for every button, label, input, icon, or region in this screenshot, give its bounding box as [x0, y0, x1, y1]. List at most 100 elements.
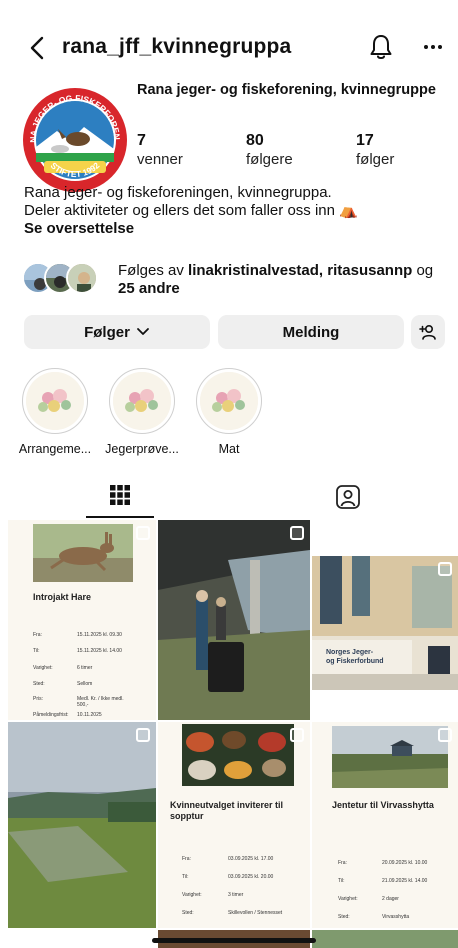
back-arrow-icon[interactable] — [26, 34, 50, 62]
detail-value: 03.09.2025 kl. 17.00 — [228, 856, 274, 862]
stat-friends[interactable]: 7 venner — [137, 131, 183, 169]
post-title: Introjakt Hare — [33, 592, 92, 602]
notification-bell-icon[interactable] — [368, 33, 394, 61]
profile-username: rana_jff_kvinnegruppa — [62, 35, 292, 58]
post-introjakt-hare[interactable]: Introjakt Hare Fra: 15.11.2025 kl. 09.30… — [8, 520, 156, 720]
add-person-button[interactable] — [411, 315, 445, 349]
multi-post-icon — [136, 728, 150, 742]
detail-value: Skillevollen / Stennesset — [228, 910, 283, 916]
followed-by-mid: og — [412, 262, 434, 279]
banner-line-1: Norges Jeger- — [326, 649, 374, 656]
bio-line-1: Rana jeger- og fiskeforeningen, kvinnegr… — [24, 184, 332, 201]
post-partial[interactable] — [8, 930, 156, 948]
stat-friends-value: 7 — [137, 132, 146, 149]
followed-by-others[interactable]: 25 andre — [118, 280, 180, 297]
exhibition-stand-photo-icon — [312, 556, 458, 690]
post-landscape[interactable] — [8, 722, 156, 928]
highlight-label: Jegerprøve... — [105, 442, 179, 456]
detail-value: 21.09.2025 kl. 14.00 — [382, 878, 428, 884]
post-njff-stand[interactable]: Norges Jeger- og Fiskerforbund — [312, 556, 458, 690]
club-logo-icon: RANA JEGER- OG FISKERFORENING STIFTET 19… — [22, 87, 127, 192]
detail-value: 15.11.2025 kl. 09.30 — [77, 632, 122, 638]
detail-key: Varighet: — [33, 665, 53, 671]
message-button-label: Melding — [282, 323, 340, 341]
detail-key: Fra: — [338, 860, 347, 866]
cabin-landscape-photo-icon — [332, 726, 448, 788]
highlight-ring — [109, 368, 175, 434]
posts-grid: Introjakt Hare Fra: 15.11.2025 kl. 09.30… — [8, 520, 458, 948]
see-translation-link[interactable]: Se oversettelse — [24, 220, 444, 238]
detail-key: Varighet: — [182, 892, 202, 898]
followed-by-prefix: Følges av — [118, 262, 189, 279]
banner-text: Norges Jeger- og Fiskerforbund — [326, 648, 384, 666]
message-button[interactable]: Melding — [218, 315, 404, 349]
post-partial[interactable] — [312, 930, 458, 948]
multi-post-icon — [290, 728, 304, 742]
flower-bouquet-icon — [200, 372, 258, 430]
profile-avatar[interactable]: RANA JEGER- OG FISKERFORENING STIFTET 19… — [22, 87, 128, 193]
detail-value: 03.09.2025 kl. 20.00 — [228, 874, 274, 880]
stat-followers-value: 80 — [246, 132, 264, 149]
stat-followers[interactable]: 80 følgere — [246, 131, 293, 169]
detail-key: Sted: — [182, 910, 194, 916]
follower-avatar — [66, 262, 98, 294]
post-jentetur[interactable]: Jentetur til Virvasshytta Fra: 20.09.202… — [312, 722, 458, 928]
home-indicator[interactable] — [152, 938, 316, 943]
post-sopptur[interactable]: Kvinneutvalget inviterer til sopptur Fra… — [158, 722, 310, 928]
detail-value: Sellom — [77, 681, 93, 687]
multi-post-icon — [438, 728, 452, 742]
more-options-icon[interactable] — [420, 34, 446, 60]
stat-followers-label: følgere — [246, 151, 293, 168]
post-title: Kvinneutvalget inviterer til sopptur — [170, 800, 284, 821]
detail-key: Fra: — [33, 632, 42, 638]
profile-tabs — [0, 478, 458, 518]
multi-post-icon — [136, 526, 150, 540]
grid-icon — [110, 485, 130, 505]
detail-value: 2 dager — [382, 896, 399, 902]
followed-by-names[interactable]: linakristinalvestad, ritasusannp — [188, 262, 412, 279]
shooting-range-photo-icon — [158, 520, 310, 720]
highlight-ring — [22, 368, 88, 434]
highlight-events[interactable]: Arrangeme... — [19, 368, 91, 456]
chevron-down-icon — [137, 328, 149, 335]
stat-following[interactable]: 17 følger — [356, 131, 394, 169]
post-title: Jentetur til Virvasshytta — [332, 800, 434, 810]
event-card: Jentetur til Virvasshytta Fra: 20.09.202… — [332, 794, 452, 928]
event-card: Kvinneutvalget inviterer til sopptur Fra… — [170, 794, 300, 928]
detail-key: Pris: — [33, 696, 43, 702]
detail-value: Medl. Kr. / Ikke medl. 500,- — [77, 696, 124, 708]
following-button[interactable]: Følger — [24, 315, 210, 349]
hare-photo-icon — [33, 524, 133, 582]
detail-key: Sted: — [338, 914, 350, 920]
followed-by-text: Følges av linakristinalvestad, ritasusan… — [118, 262, 448, 298]
multi-post-icon — [438, 562, 452, 576]
tagged-photos-icon[interactable] — [335, 484, 361, 510]
detail-key: Til: — [338, 878, 345, 884]
followed-by[interactable]: Følges av linakristinalvestad, ritasusan… — [22, 262, 452, 298]
highlight-label: Mat — [218, 442, 240, 456]
detail-value: 10.11.2025 — [77, 712, 102, 718]
add-person-icon — [419, 324, 436, 340]
detail-key: Varighet: — [338, 896, 358, 902]
detail-key: Påmeldingsfrist: — [33, 712, 69, 718]
profile-bio: Rana jeger- og fiskeforeningen, kvinnegr… — [24, 184, 444, 238]
landscape-photo-icon — [8, 722, 156, 928]
event-card: Introjakt Hare Fra: 15.11.2025 kl. 09.30… — [33, 584, 133, 720]
highlight-label: Arrangeme... — [18, 442, 92, 456]
highlight-hunting-exam[interactable]: Jegerprøve... — [105, 368, 179, 456]
following-button-label: Følger — [84, 323, 130, 341]
detail-value: 15.11.2025 kl. 14.00 — [77, 648, 122, 654]
top-bar: rana_jff_kvinnegruppa — [0, 30, 458, 66]
banner-line-2: og Fiskerforbund — [326, 658, 384, 665]
detail-key: Til: — [33, 648, 40, 654]
highlight-food[interactable]: Mat — [194, 368, 264, 456]
detail-key: Sted: — [33, 681, 45, 687]
flower-bouquet-icon — [26, 372, 84, 430]
tab-posts-grid[interactable] — [86, 478, 154, 518]
post-shooting-range[interactable] — [158, 520, 310, 720]
bio-line-2: Deler aktiviteter og ellers det som fall… — [24, 202, 358, 219]
detail-key: Fra: — [182, 856, 191, 862]
multi-post-icon — [290, 526, 304, 540]
stat-following-label: følger — [356, 151, 395, 168]
flower-bouquet-icon — [113, 372, 171, 430]
